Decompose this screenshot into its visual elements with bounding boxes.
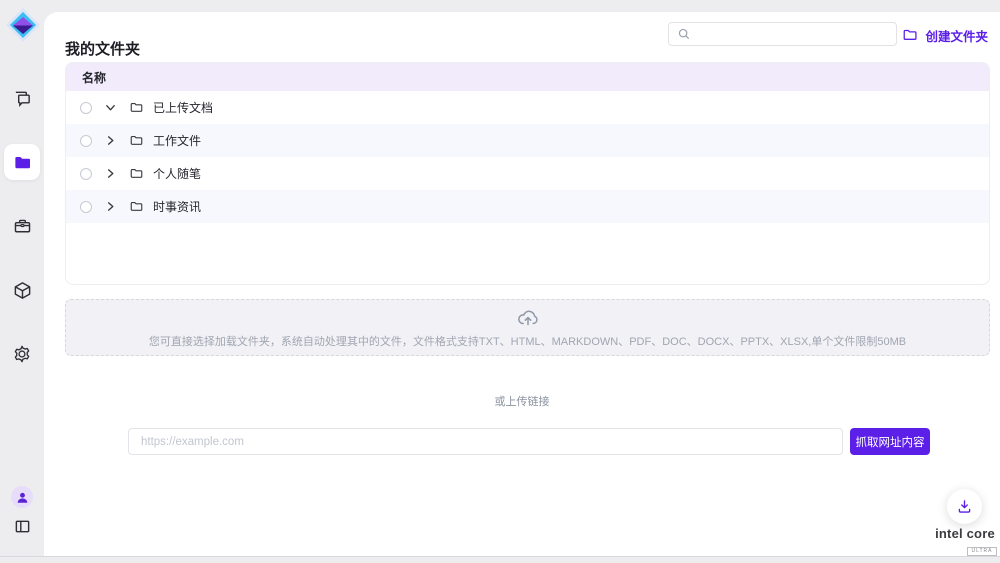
create-folder-label: 创建文件夹 <box>925 26 988 45</box>
folder-name: 已上传文档 <box>153 99 213 116</box>
sidebar-item-folders[interactable] <box>4 144 40 180</box>
sidebar-item-models[interactable] <box>4 272 40 308</box>
folder-plus-icon <box>902 27 918 43</box>
sidebar <box>0 0 44 556</box>
folder-row[interactable]: 已上传文档 <box>66 91 989 124</box>
create-folder-button[interactable]: 创建文件夹 <box>902 24 988 46</box>
user-icon <box>16 491 29 504</box>
search-input[interactable] <box>696 23 896 45</box>
folder-icon <box>129 133 144 148</box>
collapse-panel-button[interactable] <box>14 518 31 540</box>
folder-icon <box>129 166 144 181</box>
chevron-icon[interactable] <box>105 102 116 113</box>
folder-name: 工作文件 <box>153 132 201 149</box>
briefcase-icon <box>13 217 32 236</box>
cube-icon <box>13 281 32 300</box>
account-avatar[interactable] <box>11 486 33 508</box>
name-column-header: 名称 <box>82 69 106 86</box>
page-title: 我的文件夹 <box>65 38 140 59</box>
folder-icon <box>129 100 144 115</box>
diamond-logo-icon <box>5 7 41 43</box>
sidebar-nav <box>0 80 44 372</box>
window-bottom-edge <box>0 556 1000 563</box>
chevron-icon[interactable] <box>105 135 116 146</box>
sidebar-item-chat[interactable] <box>4 80 40 116</box>
intel-core-logo: intel core ULTRA <box>928 527 1000 556</box>
folder-row[interactable]: 时事资讯 <box>66 190 989 223</box>
search-icon <box>678 28 690 40</box>
row-checkbox[interactable] <box>80 201 92 213</box>
table-header: 名称 <box>66 63 989 91</box>
gear-icon <box>12 344 32 364</box>
main-panel: 我的文件夹 创建文件夹 名称 <box>44 12 1000 556</box>
folder-name: 个人随笔 <box>153 165 201 182</box>
folder-name: 时事资讯 <box>153 198 201 215</box>
folder-icon <box>13 153 32 172</box>
app-window: 我的文件夹 创建文件夹 名称 <box>0 0 1000 563</box>
chevron-icon[interactable] <box>105 201 116 212</box>
sidebar-bottom <box>0 486 44 540</box>
folder-row[interactable]: 个人随笔 <box>66 157 989 190</box>
folder-icon <box>129 199 144 214</box>
folder-table: 名称 已上传文档 工作文件 <box>65 62 990 285</box>
app-logo[interactable] <box>5 7 41 43</box>
cloud-upload-icon <box>516 306 540 330</box>
url-input[interactable] <box>128 428 843 455</box>
sidebar-item-settings[interactable] <box>4 336 40 372</box>
chat-icon <box>13 89 32 108</box>
chevron-icon[interactable] <box>105 168 116 179</box>
download-icon <box>956 498 973 515</box>
intel-ultra-badge: ULTRA <box>967 547 996 556</box>
link-upload-label: 或上传链接 <box>44 393 1000 409</box>
download-fab-button[interactable] <box>947 489 982 524</box>
panel-toggle-icon <box>14 518 31 535</box>
row-checkbox[interactable] <box>80 168 92 180</box>
folder-rows: 已上传文档 工作文件 个人随笔 <box>66 91 989 223</box>
folder-row[interactable]: 工作文件 <box>66 124 989 157</box>
intel-brand-text: intel core <box>928 527 1000 540</box>
fetch-url-button[interactable]: 抓取网址内容 <box>850 428 930 455</box>
search-box[interactable] <box>668 22 897 46</box>
upload-hint: 您可直接选择加载文件夹，系统自动处理其中的文件，文件格式支持TXT、HTML、M… <box>149 333 906 349</box>
row-checkbox[interactable] <box>80 102 92 114</box>
upload-dropzone[interactable]: 您可直接选择加载文件夹，系统自动处理其中的文件，文件格式支持TXT、HTML、M… <box>65 299 990 356</box>
row-checkbox[interactable] <box>80 135 92 147</box>
sidebar-item-workspace[interactable] <box>4 208 40 244</box>
